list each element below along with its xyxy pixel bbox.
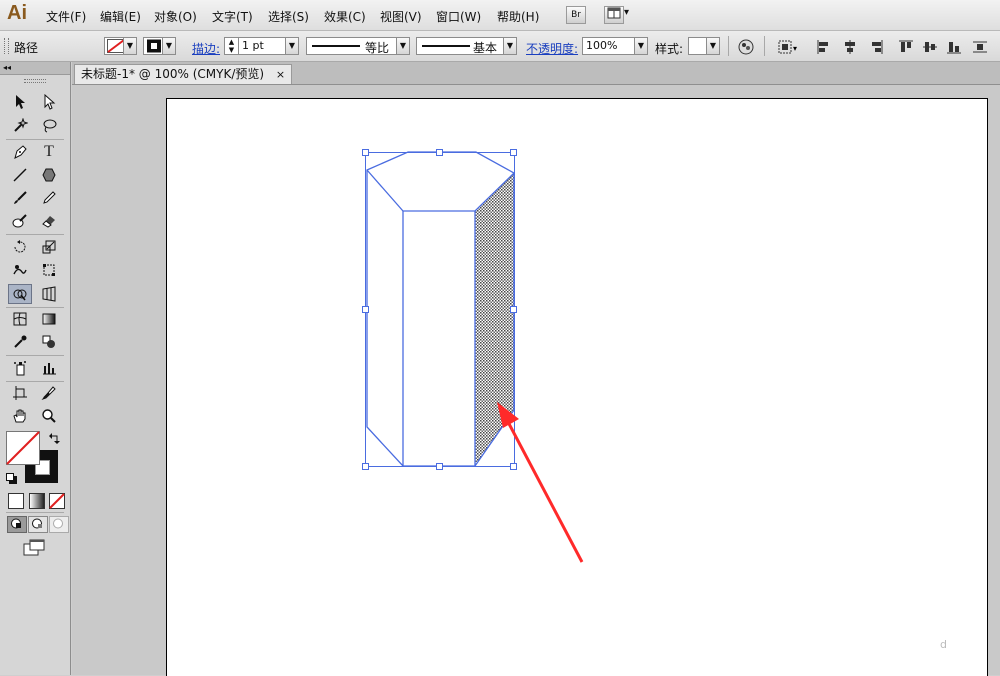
- divider: [6, 512, 64, 513]
- direct-selection-arrow-icon: [44, 94, 56, 110]
- divider: [6, 355, 64, 356]
- direct-selection-tool[interactable]: [38, 92, 60, 112]
- eraser-tool[interactable]: [38, 211, 60, 231]
- watermark: d: [940, 638, 947, 651]
- column-graph-icon: [43, 363, 56, 375]
- draw-behind-button[interactable]: [28, 516, 48, 533]
- symbol-sprayer-icon: [14, 361, 26, 376]
- eyedropper-icon: [14, 335, 27, 348]
- handle-mid-left: [362, 306, 369, 313]
- handle-bottom-left: [362, 463, 369, 470]
- paintbrush-icon: [14, 191, 27, 204]
- hand-tool[interactable]: [9, 406, 31, 426]
- warp-tool[interactable]: [9, 260, 31, 280]
- polygon-icon: [42, 168, 56, 182]
- zoom-tool[interactable]: [38, 406, 60, 426]
- symbol-sprayer-tool[interactable]: [9, 358, 31, 378]
- collapse-icon[interactable]: ◂◂: [3, 63, 11, 72]
- blob-brush-icon: [12, 214, 27, 228]
- warp-icon: [13, 265, 27, 275]
- mesh-tool[interactable]: [9, 309, 31, 329]
- type-tool[interactable]: T: [38, 142, 60, 162]
- color-mode-button[interactable]: [8, 493, 24, 509]
- selection-tool[interactable]: [9, 92, 31, 112]
- lasso-icon: [43, 119, 57, 133]
- divider: [6, 307, 64, 308]
- selection-arrow-icon: [16, 95, 25, 109]
- handle-top-left: [362, 149, 369, 156]
- fill-stroke-widget[interactable]: [6, 431, 62, 487]
- pencil-icon: [43, 191, 56, 204]
- divider: [6, 381, 64, 382]
- column-graph-tool[interactable]: [38, 358, 60, 378]
- gradient-icon: [42, 313, 56, 325]
- none-fill-icon[interactable]: [6, 431, 40, 465]
- draw-inside-button[interactable]: [49, 516, 69, 533]
- line-segment-icon: [13, 168, 27, 182]
- blob-brush-tool[interactable]: [9, 211, 31, 231]
- free-transform-icon: [43, 264, 55, 276]
- gradient-mode-button[interactable]: [29, 493, 45, 509]
- perspective-grid-icon: [42, 286, 56, 302]
- draw-inside-icon: [53, 518, 63, 529]
- gradient-tool[interactable]: [38, 309, 60, 329]
- hand-icon: [13, 409, 26, 423]
- red-pointer-arrow: [497, 402, 584, 563]
- handle-bottom-center: [436, 463, 443, 470]
- rotate-tool[interactable]: [9, 237, 31, 257]
- handle-top-center: [436, 149, 443, 156]
- draw-normal-icon: [11, 518, 21, 529]
- pen-icon: [14, 145, 27, 159]
- handle-mid-right: [510, 306, 517, 313]
- free-transform-tool[interactable]: [38, 260, 60, 280]
- mesh-icon: [13, 312, 27, 326]
- slice-icon: [41, 386, 56, 401]
- zoom-icon: [42, 409, 56, 423]
- eyedropper-tool[interactable]: [9, 332, 31, 352]
- perspective-grid-tool[interactable]: [38, 284, 60, 304]
- eraser-icon: [42, 216, 55, 228]
- pen-tool[interactable]: [9, 142, 31, 162]
- pencil-tool[interactable]: [38, 188, 60, 208]
- blend-tool[interactable]: [38, 332, 60, 352]
- shape-builder-icon: [13, 289, 27, 301]
- draw-normal-button[interactable]: [7, 516, 27, 533]
- shape-builder-tool[interactable]: [8, 284, 32, 304]
- artboard-tool[interactable]: [9, 383, 31, 403]
- artwork-layer: [362, 149, 584, 563]
- tools-panel-header[interactable]: ◂◂: [0, 62, 70, 75]
- swap-fill-stroke-icon[interactable]: [49, 432, 61, 444]
- draw-behind-icon: [32, 518, 42, 529]
- magic-wand-tool[interactable]: [9, 116, 31, 136]
- divider: [6, 234, 64, 235]
- type-icon: T: [44, 143, 54, 160]
- none-mode-icon[interactable]: [49, 493, 65, 509]
- handle-top-right: [510, 149, 517, 156]
- prism-shape[interactable]: [366, 151, 515, 467]
- change-screen-mode-icon[interactable]: [23, 539, 45, 557]
- handle-bottom-right: [510, 463, 517, 470]
- scale-tool[interactable]: [38, 237, 60, 257]
- slice-tool[interactable]: [38, 383, 60, 403]
- line-tool[interactable]: [9, 165, 31, 185]
- lasso-tool[interactable]: [38, 116, 60, 136]
- polygon-tool[interactable]: [38, 165, 60, 185]
- rotate-icon: [14, 240, 26, 253]
- tools-grip-icon: [24, 79, 46, 83]
- blend-icon: [42, 335, 55, 348]
- paintbrush-tool[interactable]: [9, 188, 31, 208]
- scale-icon: [42, 240, 56, 254]
- magic-wand-icon: [14, 118, 28, 132]
- artboard-icon: [13, 386, 27, 400]
- default-fill-stroke-icon[interactable]: [6, 473, 18, 485]
- divider: [6, 139, 64, 140]
